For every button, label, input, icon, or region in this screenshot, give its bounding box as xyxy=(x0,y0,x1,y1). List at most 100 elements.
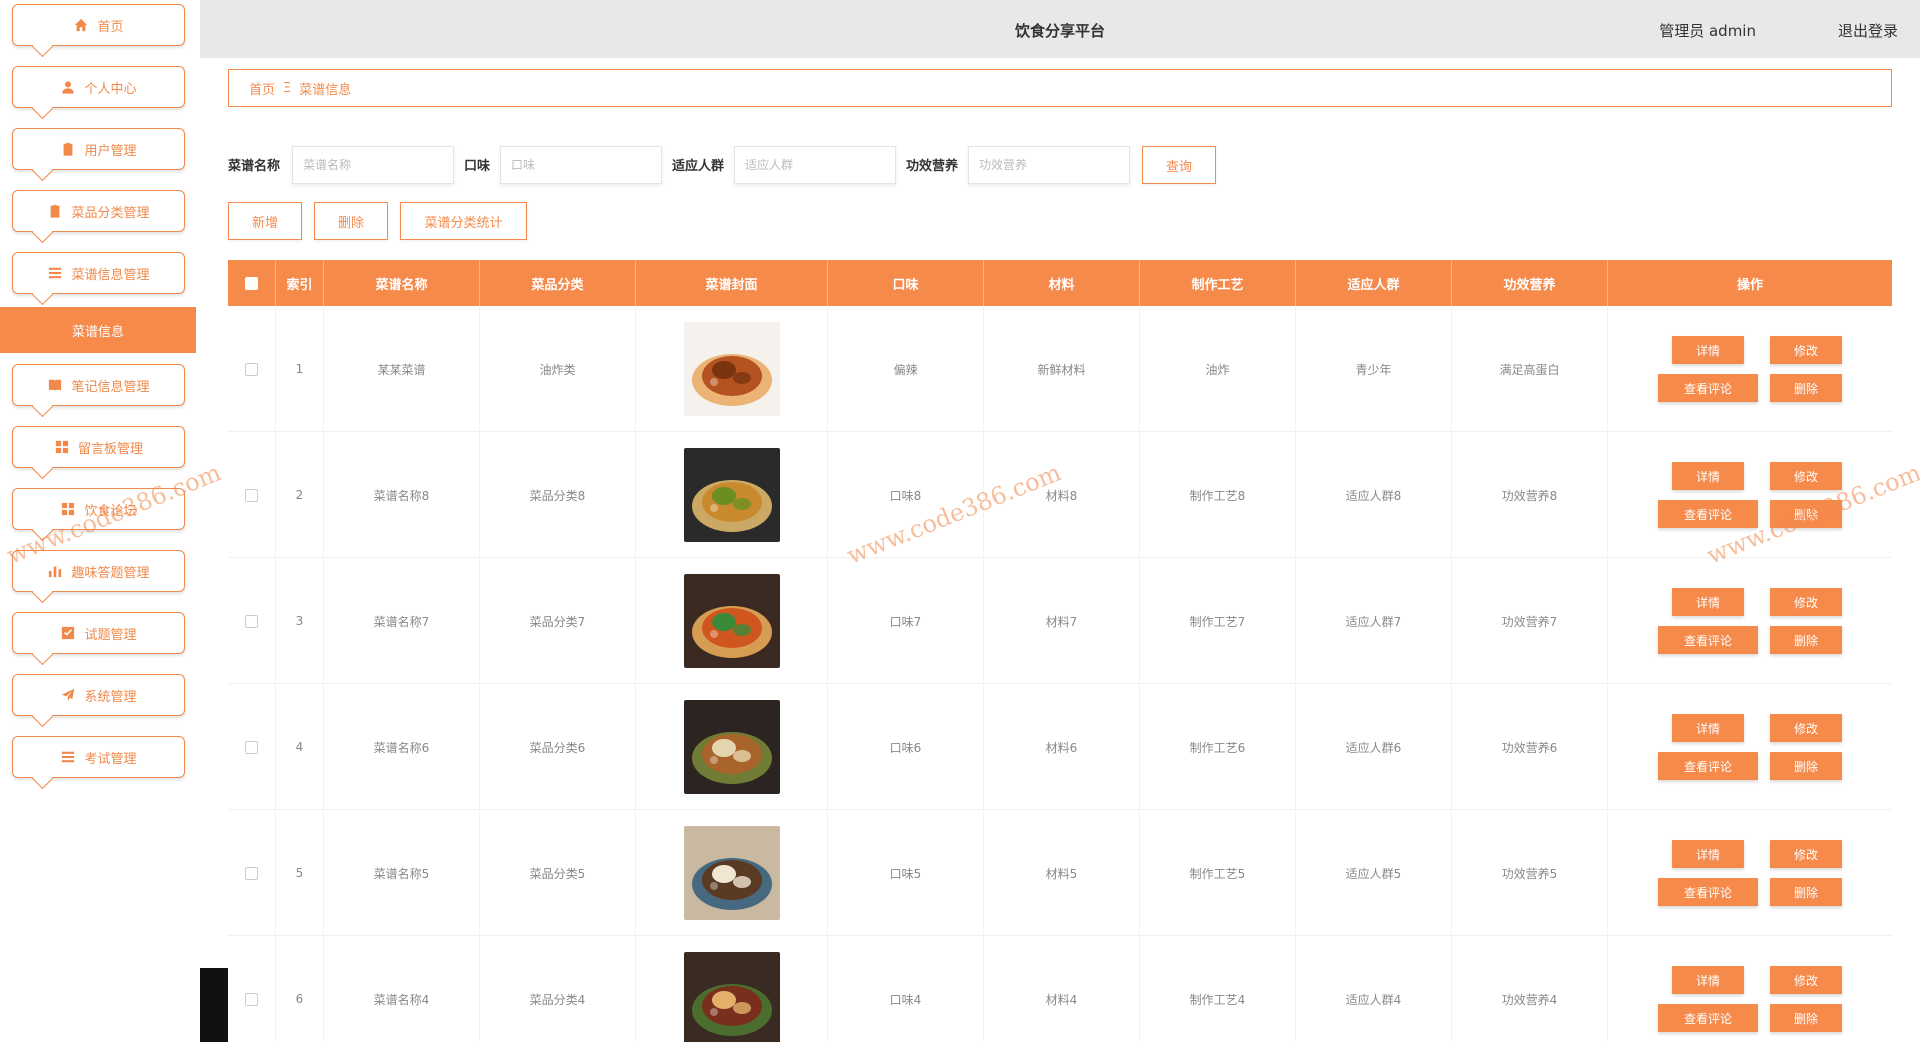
breadcrumb: 首页 Ξ 菜谱信息 xyxy=(228,69,1892,107)
row-actions: 详情 修改 查看评论 删除 xyxy=(1658,714,1842,780)
cover-cell xyxy=(636,306,828,432)
dark-edge xyxy=(200,968,228,1042)
column-header[interactable]: 适应人群 xyxy=(1296,260,1452,306)
sidebar-item-4[interactable]: 菜品分类管理 xyxy=(12,190,185,232)
recipe-cover-image xyxy=(683,700,780,794)
edit-button[interactable]: 修改 xyxy=(1770,966,1842,994)
sidebar-subitem-recipe-info[interactable]: 菜谱信息 xyxy=(0,307,196,353)
cover-cell xyxy=(636,432,828,558)
recipe-name-input[interactable] xyxy=(292,146,454,184)
column-header[interactable]: 操作 xyxy=(1608,260,1892,306)
view-comments-button[interactable]: 查看评论 xyxy=(1658,878,1758,906)
grid-icon xyxy=(54,439,70,455)
edit-button[interactable]: 修改 xyxy=(1770,588,1842,616)
sidebar-item-5[interactable]: 菜谱信息管理 xyxy=(12,252,185,294)
query-button[interactable]: 查询 xyxy=(1142,146,1216,184)
column-header[interactable]: 菜谱封面 xyxy=(636,260,828,306)
grid-icon xyxy=(60,501,76,517)
cell-index: 5 xyxy=(276,810,324,936)
sidebar-item-label: 留言板管理 xyxy=(77,441,143,457)
column-header[interactable]: 索引 xyxy=(276,260,324,306)
detail-button[interactable]: 详情 xyxy=(1672,840,1744,868)
table-row[interactable]: 1 某某菜谱 油炸类 偏辣 新鲜材料 油炸 青少年 满足高蛋白 详情 修改 查看评论 删除 xyxy=(228,306,1892,432)
delete-button[interactable]: 删除 xyxy=(314,202,388,240)
edit-button[interactable]: 修改 xyxy=(1770,336,1842,364)
sidebar-item-12[interactable]: 考试管理 xyxy=(12,736,185,778)
cell-index: 4 xyxy=(276,684,324,810)
sidebar-item-1[interactable]: 首页 xyxy=(12,4,185,46)
column-header[interactable]: 功效营养 xyxy=(1452,260,1608,306)
row-delete-button[interactable]: 删除 xyxy=(1770,374,1842,402)
cell-crowd: 适应人群6 xyxy=(1296,684,1452,810)
recipe-cover-image xyxy=(683,322,780,416)
row-checkbox[interactable] xyxy=(245,992,258,1006)
sidebar-item-8[interactable]: 饮食论坛 xyxy=(12,488,185,530)
column-header[interactable]: 制作工艺 xyxy=(1140,260,1296,306)
table-header: 索引 菜谱名称 菜品分类 菜谱封面 口味 材料 制作工艺 适应人群 功效营养 操作 xyxy=(228,260,1892,306)
breadcrumb-separator: Ξ xyxy=(283,80,292,96)
cell-effect: 满足高蛋白 xyxy=(1452,306,1608,432)
row-checkbox[interactable] xyxy=(245,740,258,754)
category-stats-button[interactable]: 菜谱分类统计 xyxy=(400,202,527,240)
row-delete-button[interactable]: 删除 xyxy=(1770,626,1842,654)
sidebar-item-2[interactable]: 个人中心 xyxy=(12,66,185,108)
breadcrumb-home[interactable]: 首页 xyxy=(249,79,275,98)
logout-link[interactable]: 退出登录 xyxy=(1838,20,1898,41)
crowd-input[interactable] xyxy=(734,146,896,184)
row-checkbox-cell xyxy=(228,432,276,558)
cell-effect: 功效营养8 xyxy=(1452,432,1608,558)
sidebar-item-3[interactable]: 用户管理 xyxy=(12,128,185,170)
column-header[interactable]: 菜谱名称 xyxy=(324,260,480,306)
table-row[interactable]: 4 菜谱名称6 菜品分类6 口味6 材料6 制作工艺6 适应人群6 功效营养6 详情 修改 查看评论… xyxy=(228,684,1892,810)
row-checkbox[interactable] xyxy=(245,866,258,880)
add-button[interactable]: 新增 xyxy=(228,202,302,240)
sidebar-item-10[interactable]: 试题管理 xyxy=(12,612,185,654)
table-row[interactable]: 6 菜谱名称4 菜品分类4 口味4 材料4 制作工艺4 适应人群4 功效营养4 详情 修改 查看评论… xyxy=(228,936,1892,1042)
user-icon xyxy=(60,79,76,95)
row-delete-button[interactable]: 删除 xyxy=(1770,1004,1842,1032)
cell-craft: 制作工艺8 xyxy=(1140,432,1296,558)
taste-input[interactable] xyxy=(500,146,662,184)
sidebar-item-11[interactable]: 系统管理 xyxy=(12,674,185,716)
row-delete-button[interactable]: 删除 xyxy=(1770,878,1842,906)
edit-button[interactable]: 修改 xyxy=(1770,840,1842,868)
cell-name: 菜谱名称7 xyxy=(324,558,480,684)
ops-cell: 详情 修改 查看评论 删除 xyxy=(1608,810,1892,936)
row-checkbox[interactable] xyxy=(245,488,258,502)
cell-index: 2 xyxy=(276,432,324,558)
row-checkbox[interactable] xyxy=(245,362,258,376)
detail-button[interactable]: 详情 xyxy=(1672,336,1744,364)
view-comments-button[interactable]: 查看评论 xyxy=(1658,1004,1758,1032)
row-delete-button[interactable]: 删除 xyxy=(1770,752,1842,780)
column-header[interactable]: 口味 xyxy=(828,260,984,306)
view-comments-button[interactable]: 查看评论 xyxy=(1658,374,1758,402)
table-row[interactable]: 5 菜谱名称5 菜品分类5 口味5 材料5 制作工艺5 适应人群5 功效营养5 详情 修改 查看评论… xyxy=(228,810,1892,936)
detail-button[interactable]: 详情 xyxy=(1672,966,1744,994)
sidebar: 首页个人中心用户管理菜品分类管理 菜谱信息管理菜谱信息笔记信息管理留言板管理饮食论… xyxy=(0,0,200,1042)
send-icon xyxy=(60,687,76,703)
sidebar-item-label: 个人中心 xyxy=(84,81,137,97)
cell-category: 菜品分类6 xyxy=(480,684,636,810)
table-row[interactable]: 2 菜谱名称8 菜品分类8 口味8 材料8 制作工艺8 适应人群8 功效营养8 详情 修改 查看评论… xyxy=(228,432,1892,558)
column-header[interactable]: 材料 xyxy=(984,260,1140,306)
main-area: 饮食分享平台 管理员 admin 退出登录 首页 Ξ 菜谱信息 菜谱名称 口味 … xyxy=(200,0,1920,1042)
view-comments-button[interactable]: 查看评论 xyxy=(1658,752,1758,780)
sidebar-item-9[interactable]: 趣味答题管理 xyxy=(12,550,185,592)
detail-button[interactable]: 详情 xyxy=(1672,714,1744,742)
detail-button[interactable]: 详情 xyxy=(1672,588,1744,616)
detail-button[interactable]: 详情 xyxy=(1672,462,1744,490)
row-checkbox[interactable] xyxy=(245,614,258,628)
row-delete-button[interactable]: 删除 xyxy=(1770,500,1842,528)
effect-input[interactable] xyxy=(968,146,1130,184)
table-row[interactable]: 3 菜谱名称7 菜品分类7 口味7 材料7 制作工艺7 适应人群7 功效营养7 详情 修改 查看评论… xyxy=(228,558,1892,684)
sidebar-item-label: 首页 xyxy=(97,19,124,35)
edit-button[interactable]: 修改 xyxy=(1770,462,1842,490)
cell-crowd: 适应人群4 xyxy=(1296,936,1452,1042)
edit-button[interactable]: 修改 xyxy=(1770,714,1842,742)
sidebar-item-7[interactable]: 留言板管理 xyxy=(12,426,185,468)
select-all-checkbox[interactable] xyxy=(245,276,258,290)
sidebar-item-6[interactable]: 笔记信息管理 xyxy=(12,364,185,406)
view-comments-button[interactable]: 查看评论 xyxy=(1658,500,1758,528)
column-header[interactable]: 菜品分类 xyxy=(480,260,636,306)
view-comments-button[interactable]: 查看评论 xyxy=(1658,626,1758,654)
